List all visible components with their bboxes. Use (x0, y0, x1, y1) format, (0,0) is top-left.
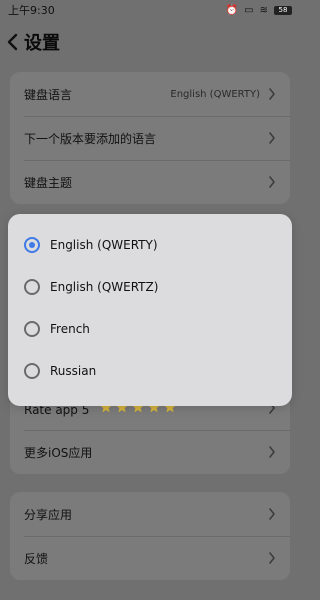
option-label: Russian (50, 364, 97, 378)
radio-icon[interactable] (24, 363, 40, 379)
radio-selected-icon[interactable] (24, 237, 40, 253)
option-english-qwertz[interactable]: English (QWERTZ) (8, 266, 292, 308)
option-label: English (QWERTY) (50, 238, 158, 252)
option-label: French (50, 322, 90, 336)
option-english-qwerty[interactable]: English (QWERTY) (8, 224, 292, 266)
language-dialog: English (QWERTY) English (QWERTZ) French… (8, 214, 292, 406)
dialog-overlay[interactable]: English (QWERTY) English (QWERTZ) French… (0, 0, 300, 600)
option-french[interactable]: French (8, 308, 292, 350)
radio-icon[interactable] (24, 279, 40, 295)
option-russian[interactable]: Russian (8, 350, 292, 392)
option-label: English (QWERTZ) (50, 280, 159, 294)
radio-icon[interactable] (24, 321, 40, 337)
